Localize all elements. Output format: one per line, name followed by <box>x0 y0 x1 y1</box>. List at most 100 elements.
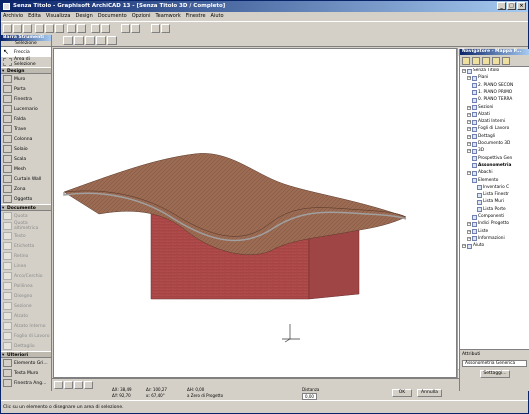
tool-alzato[interactable]: Alzato <box>1 311 51 321</box>
expand-icon[interactable]: − <box>462 244 466 249</box>
minimize-button[interactable]: _ <box>497 2 506 10</box>
ruler-icon[interactable] <box>85 36 95 45</box>
menu-visualizza[interactable]: Visualizza <box>46 12 71 21</box>
section-design[interactable]: Design <box>1 67 51 75</box>
expand-icon[interactable]: − <box>467 112 471 117</box>
tree-item[interactable]: Prospettiva Gen <box>472 156 512 162</box>
tree-item[interactable]: − Piani <box>467 75 488 81</box>
section-ulteriori[interactable]: Ulteriori <box>1 351 51 359</box>
menu-teamwork[interactable]: Teamwork <box>155 12 180 21</box>
tree-item[interactable]: Inventario C <box>477 185 509 191</box>
tool-quota[interactable]: Quota <box>1 211 51 221</box>
tree-item[interactable]: 1. PIANO PRIMO <box>472 90 512 96</box>
organizer-icon[interactable] <box>502 57 510 65</box>
tool-polilinea[interactable]: Polilinea <box>1 281 51 291</box>
layers-icon[interactable] <box>151 24 160 33</box>
grid-snap-icon[interactable] <box>63 36 73 45</box>
tree-item[interactable]: Elemento <box>472 178 498 184</box>
expand-icon[interactable]: − <box>467 120 471 125</box>
tree-item[interactable]: − 3D <box>467 148 484 154</box>
tree-item[interactable]: − Indici Progetto <box>467 221 509 227</box>
cut-icon[interactable] <box>35 24 44 33</box>
tool-alzato-interno[interactable]: Alzato Interno <box>1 321 51 331</box>
tree-item[interactable]: Componenti <box>472 214 504 220</box>
tree-item[interactable]: − Alzati <box>467 112 490 118</box>
view-map-icon[interactable] <box>472 57 480 65</box>
tool-quota-altimetrica[interactable]: Quota altimetrica <box>1 221 51 231</box>
tool-trave[interactable]: Trave <box>1 124 51 134</box>
tool-etichetta[interactable]: Etichetta <box>1 241 51 251</box>
tree-item[interactable]: Assonometria <box>472 163 511 169</box>
3d-viewport[interactable] <box>53 48 457 378</box>
expand-icon[interactable]: − <box>467 134 471 139</box>
expand-icon[interactable]: − <box>467 149 471 154</box>
pencil-icon[interactable] <box>101 24 110 33</box>
undo-icon[interactable] <box>67 24 76 33</box>
settings-button[interactable]: Settaggi... <box>480 370 510 378</box>
tool-porta[interactable]: Porta <box>1 84 51 94</box>
tool-linea[interactable]: Linea <box>1 261 51 271</box>
paint-icon[interactable] <box>96 36 106 45</box>
layout-book-icon[interactable] <box>482 57 490 65</box>
save-icon[interactable] <box>23 24 32 33</box>
cancel-button[interactable]: Annulla <box>417 389 442 397</box>
tree-item[interactable]: − Alzati Interni <box>467 119 505 125</box>
tool-finestra[interactable]: Finestra <box>1 94 51 104</box>
tool-testo[interactable]: Testo <box>1 231 51 241</box>
pan-icon[interactable] <box>84 381 93 389</box>
tree-item[interactable]: − Fogli di Lavoro <box>467 126 509 132</box>
tool-oggetto[interactable]: Oggetto <box>1 194 51 204</box>
distance-field[interactable]: 0,00 <box>302 393 317 400</box>
tool-area-selezione[interactable]: Area di Selezione <box>1 57 51 67</box>
ok-button[interactable]: OK <box>392 389 412 397</box>
redo-icon[interactable] <box>77 24 86 33</box>
tool-curtain-wall[interactable]: Curtain Wall <box>1 174 51 184</box>
tree-item[interactable]: Lista Porte <box>477 207 506 213</box>
expand-icon[interactable]: − <box>467 236 471 241</box>
tool-sezione[interactable]: Sezione <box>1 301 51 311</box>
tree-item[interactable]: Lista Muri <box>477 199 504 205</box>
tool-colonna[interactable]: Colonna <box>1 134 51 144</box>
tool-freccia[interactable]: ↖ Freccia <box>1 47 51 57</box>
tree-item[interactable]: − Informazioni <box>467 236 505 242</box>
tool-retino[interactable]: Retino <box>1 251 51 261</box>
tool-finestra-ang[interactable]: Finestra Ang... <box>1 378 51 388</box>
menu-documento[interactable]: Documento <box>98 12 127 21</box>
tree-item[interactable]: 0. PIANO TERRA <box>472 97 512 103</box>
publisher-icon[interactable] <box>492 57 500 65</box>
tool-falda[interactable]: Falda <box>1 114 51 124</box>
tree-item[interactable]: − Abachi <box>467 170 493 176</box>
expand-icon[interactable]: − <box>467 142 471 146</box>
tool-foglio-di-lavoro[interactable]: Foglio di Lavoro <box>1 331 51 341</box>
tool-lucernario[interactable]: Lucernario <box>1 104 51 114</box>
menu-finestre[interactable]: Finestre <box>186 12 206 21</box>
menu-edita[interactable]: Edita <box>28 12 41 21</box>
tree-item[interactable]: 2. PIANO SECON <box>472 83 513 89</box>
expand-icon[interactable]: − <box>467 171 471 176</box>
section-documento[interactable]: Documento <box>1 204 51 212</box>
tool-dettaglio[interactable]: Dettaglio <box>1 341 51 351</box>
expand-icon[interactable]: − <box>462 69 466 73</box>
eraser-icon[interactable] <box>107 36 117 45</box>
copy-icon[interactable] <box>45 24 54 33</box>
maximize-button[interactable]: □ <box>507 2 516 10</box>
tree-item[interactable]: − Documento 3D <box>467 141 510 147</box>
expand-icon[interactable]: − <box>467 229 471 234</box>
tree-item[interactable]: − Aiuto <box>462 243 484 249</box>
new-file-icon[interactable] <box>3 24 12 33</box>
close-button[interactable]: × <box>517 2 526 10</box>
zoom-in-icon[interactable] <box>54 381 63 389</box>
tree-item[interactable]: − Dettagli <box>467 134 495 140</box>
menu-aiuto[interactable]: Aiuto <box>211 12 224 21</box>
tool-muro[interactable]: Muro <box>1 74 51 84</box>
menu-opzioni[interactable]: Opzioni <box>132 12 151 21</box>
zoom-icon[interactable] <box>121 24 130 33</box>
tree-item[interactable]: Lista Finestr <box>477 192 509 198</box>
menu-design[interactable]: Design <box>75 12 92 21</box>
zoom-out-icon[interactable] <box>64 381 73 389</box>
pointer-icon[interactable] <box>91 24 100 33</box>
project-map-icon[interactable] <box>462 57 470 65</box>
tree-item[interactable]: − Sezioni <box>467 105 493 111</box>
paste-icon[interactable] <box>55 24 64 33</box>
expand-icon[interactable]: − <box>467 76 471 81</box>
